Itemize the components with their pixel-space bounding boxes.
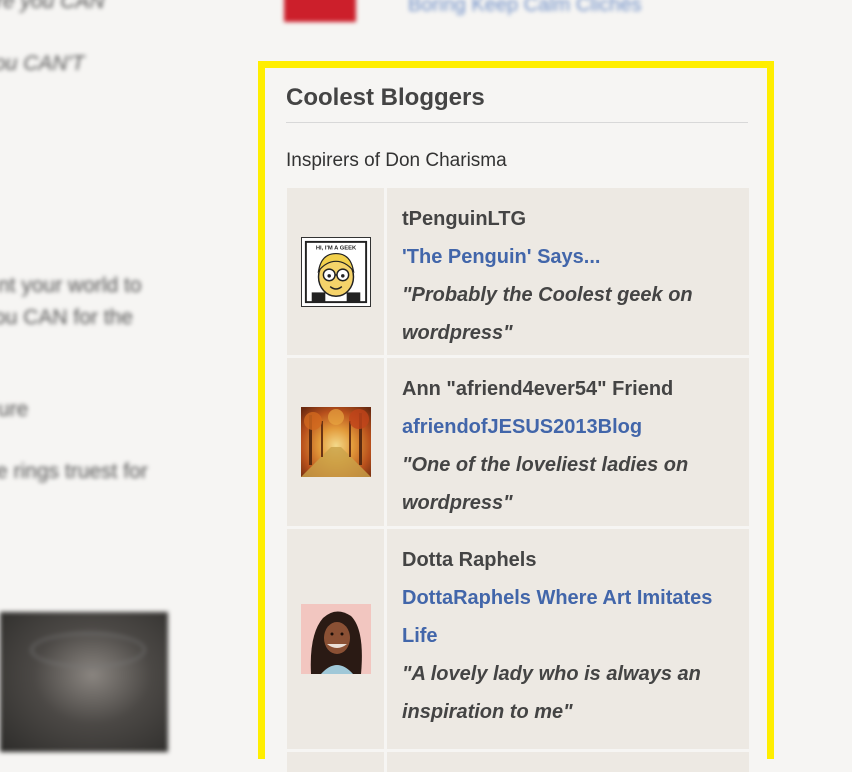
blogger-info-cell: Ann "afriend4ever54" Friend afriendofJES… (387, 358, 749, 526)
blog-link[interactable]: afriendofJESUS2013Blog (402, 408, 735, 446)
blogger-name: Dotta Raphels (402, 549, 537, 571)
avatar-cell (287, 752, 384, 772)
blogger-name: Ann "afriend4ever54" Friend (402, 378, 674, 400)
table-row: Dotta Raphels DottaRaphels Where Art Imi… (287, 529, 749, 749)
blogger-quote: "A lovely lady who is always an inspirat… (402, 663, 701, 723)
autumn-forest-avatar-icon[interactable] (300, 407, 371, 477)
avatar-cell: HI, I'M A GEEK (287, 188, 384, 355)
coolest-bloggers-widget: Coolest Bloggers Inspirers of Don Charis… (258, 61, 774, 772)
background-text-fragment: re you CAN (0, 0, 105, 13)
blogger-info-cell: tPenguinLTG 'The Penguin' Says... "Proba… (387, 188, 749, 355)
background-text-fragment: nt your world to (0, 274, 142, 297)
table-row: HI, I'M A GEEK tPenguinLTG 'The Penguin'… (287, 188, 749, 355)
related-post-link[interactable]: Boring Keep Calm Clichés (408, 0, 641, 17)
background-related-post: Boring Keep Calm Clichés (284, 0, 784, 24)
background-text-fragment: e rings truest for (0, 460, 148, 483)
avatar-cell (287, 358, 384, 526)
background-text-fragment: ure (0, 398, 29, 421)
geek-cartoon-avatar-icon[interactable]: HI, I'M A GEEK (300, 236, 371, 307)
blogger-quote: "One of the loveliest ladies on wordpres… (402, 454, 689, 514)
background-post-image (0, 612, 168, 752)
blogger-info-cell: Dotta Raphels DottaRaphels Where Art Imi… (387, 529, 749, 749)
background-text-fragment: ou CAN for the (0, 306, 133, 329)
avatar-cell (287, 529, 384, 749)
related-post-thumbnail (284, 0, 356, 22)
blogger-info-cell (387, 752, 749, 772)
widget-title: Coolest Bloggers (286, 84, 748, 123)
background-text-fragment: ou CAN'T (0, 52, 85, 75)
blogger-name: tPenguinLTG (402, 208, 527, 230)
table-row: Ann "afriend4ever54" Friend afriendofJES… (287, 358, 749, 526)
table-row (287, 752, 749, 772)
blog-link[interactable]: DottaRaphels Where Art Imitates Life (402, 579, 735, 655)
widget-subtitle: Inspirers of Don Charisma (286, 150, 507, 171)
blog-link[interactable]: 'The Penguin' Says... (402, 238, 735, 276)
blogger-quote: "Probably the Coolest geek on wordpress" (402, 284, 693, 344)
svg-text:HI, I'M A GEEK: HI, I'M A GEEK (315, 245, 356, 251)
woman-portrait-avatar-icon[interactable] (300, 604, 371, 674)
